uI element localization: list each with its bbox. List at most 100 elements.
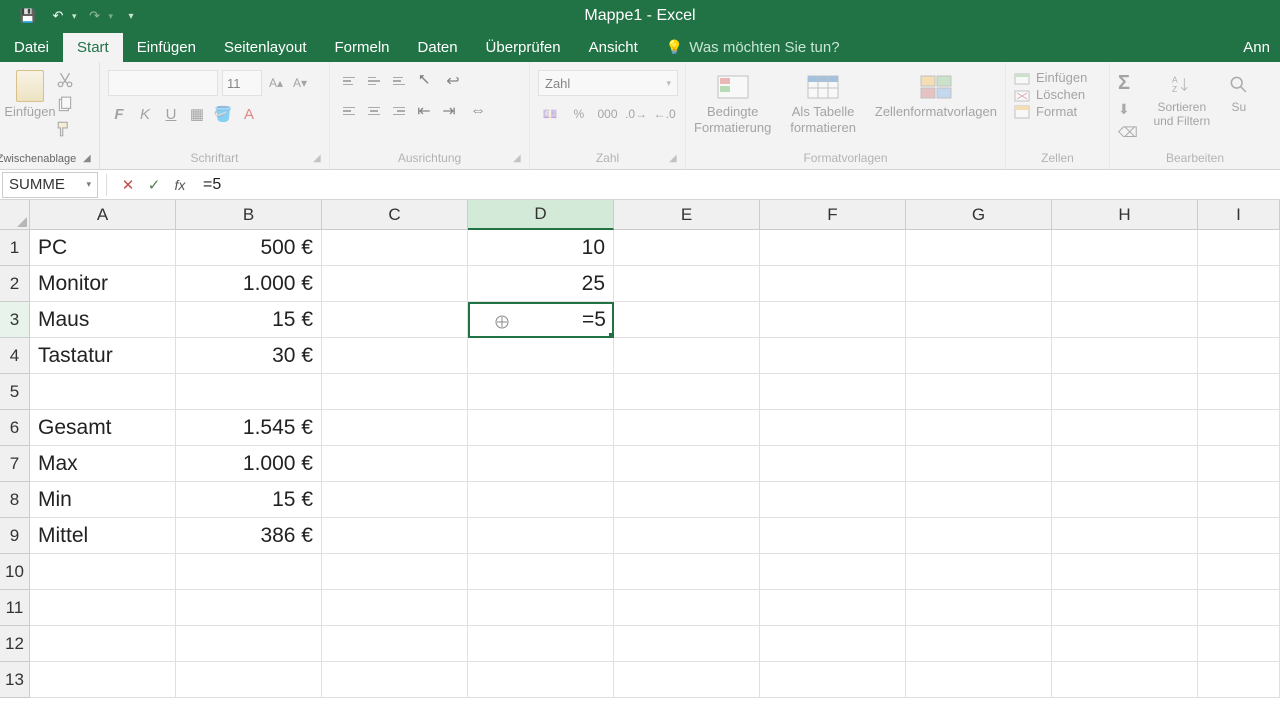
undo-dropdown-icon[interactable]: ▾ xyxy=(72,11,77,22)
cell-B8[interactable]: 15 € xyxy=(176,482,322,518)
col-header-H[interactable]: H xyxy=(1052,200,1198,230)
cell-I9[interactable] xyxy=(1198,518,1280,554)
cell-A13[interactable] xyxy=(30,662,176,698)
cell-C10[interactable] xyxy=(322,554,468,590)
cell-B1[interactable]: 500 € xyxy=(176,230,322,266)
cell-F2[interactable] xyxy=(760,266,906,302)
cell-A10[interactable] xyxy=(30,554,176,590)
col-header-F[interactable]: F xyxy=(760,200,906,230)
tab-daten[interactable]: Daten xyxy=(404,33,472,62)
cell-B13[interactable] xyxy=(176,662,322,698)
cell-G8[interactable] xyxy=(906,482,1052,518)
cell-B12[interactable] xyxy=(176,626,322,662)
comma-format-icon[interactable]: 000 xyxy=(595,102,620,126)
cell-B11[interactable] xyxy=(176,590,322,626)
namebox-dropdown-icon[interactable]: ▾ xyxy=(86,179,91,190)
col-header-C[interactable]: C xyxy=(322,200,468,230)
row-header-1[interactable]: 1 xyxy=(0,230,30,266)
name-box[interactable]: SUMME ▾ xyxy=(2,172,98,198)
cell-G9[interactable] xyxy=(906,518,1052,554)
cell-F1[interactable] xyxy=(760,230,906,266)
cell-I10[interactable] xyxy=(1198,554,1280,590)
cell-H11[interactable] xyxy=(1052,590,1198,626)
fill-icon[interactable]: ⬇ xyxy=(1118,101,1138,118)
increase-decimal-icon[interactable]: .0→ xyxy=(624,102,649,126)
align-right-icon[interactable] xyxy=(388,100,410,122)
cell-C8[interactable] xyxy=(322,482,468,518)
cell-A4[interactable]: Tastatur xyxy=(30,338,176,374)
cell-F13[interactable] xyxy=(760,662,906,698)
sort-filter-button[interactable]: AZ Sortieren und Filtern xyxy=(1146,72,1218,141)
row-header-3[interactable]: 3 xyxy=(0,302,30,338)
autosum-icon[interactable]: Σ xyxy=(1118,72,1138,95)
cell-D1[interactable]: 10 xyxy=(468,230,614,266)
row-header-4[interactable]: 4 xyxy=(0,338,30,374)
font-name-input[interactable] xyxy=(108,70,218,96)
cell-F3[interactable] xyxy=(760,302,906,338)
cell-B6[interactable]: 1.545 € xyxy=(176,410,322,446)
select-all-button[interactable] xyxy=(0,200,30,230)
cell-C6[interactable] xyxy=(322,410,468,446)
cell-E12[interactable] xyxy=(614,626,760,662)
formula-cancel-button[interactable]: ✕ xyxy=(115,172,141,198)
tab-formeln[interactable]: Formeln xyxy=(321,33,404,62)
fill-color-icon[interactable]: 🪣 xyxy=(212,102,234,126)
cell-H5[interactable] xyxy=(1052,374,1198,410)
font-color-icon[interactable]: A xyxy=(238,102,260,126)
cell-C1[interactable] xyxy=(322,230,468,266)
qat-save-icon[interactable]: 💾 xyxy=(16,4,40,28)
alignment-dialog-icon[interactable]: ◢ xyxy=(513,153,525,165)
conditional-formatting-button[interactable]: Bedingte Formatierung xyxy=(694,72,771,135)
cell-B4[interactable]: 30 € xyxy=(176,338,322,374)
cell-I4[interactable] xyxy=(1198,338,1280,374)
cell-A12[interactable] xyxy=(30,626,176,662)
cell-C2[interactable] xyxy=(322,266,468,302)
cell-E10[interactable] xyxy=(614,554,760,590)
cell-G2[interactable] xyxy=(906,266,1052,302)
fx-button[interactable]: fx xyxy=(167,172,193,198)
row-header-5[interactable]: 5 xyxy=(0,374,30,410)
cell-H12[interactable] xyxy=(1052,626,1198,662)
col-header-G[interactable]: G xyxy=(906,200,1052,230)
cell-A2[interactable]: Monitor xyxy=(30,266,176,302)
cell-B5[interactable] xyxy=(176,374,322,410)
formula-confirm-button[interactable]: ✓ xyxy=(141,172,167,198)
cell-G3[interactable] xyxy=(906,302,1052,338)
font-dialog-icon[interactable]: ◢ xyxy=(313,153,325,165)
tab-datei[interactable]: Datei xyxy=(0,33,63,62)
cell-H1[interactable] xyxy=(1052,230,1198,266)
cell-G4[interactable] xyxy=(906,338,1052,374)
cell-D2[interactable]: 25 xyxy=(468,266,614,302)
cell-E1[interactable] xyxy=(614,230,760,266)
copy-icon[interactable] xyxy=(56,96,74,114)
cell-C9[interactable] xyxy=(322,518,468,554)
cell-D4[interactable] xyxy=(468,338,614,374)
cell-C5[interactable] xyxy=(322,374,468,410)
cell-E13[interactable] xyxy=(614,662,760,698)
find-select-button[interactable]: Su xyxy=(1226,72,1252,141)
bold-button[interactable]: F xyxy=(108,102,130,126)
cell-B2[interactable]: 1.000 € xyxy=(176,266,322,302)
decrease-indent-icon[interactable]: ⇤ xyxy=(413,100,435,122)
formula-input[interactable] xyxy=(193,174,1280,196)
cell-I5[interactable] xyxy=(1198,374,1280,410)
cell-C13[interactable] xyxy=(322,662,468,698)
cell-G1[interactable] xyxy=(906,230,1052,266)
col-header-A[interactable]: A xyxy=(30,200,176,230)
cell-D7[interactable] xyxy=(468,446,614,482)
clear-icon[interactable]: ⌫ xyxy=(1118,124,1138,141)
decrease-decimal-icon[interactable]: ←.0 xyxy=(652,102,677,126)
qat-redo-icon[interactable]: ↷ xyxy=(83,4,107,28)
row-header-6[interactable]: 6 xyxy=(0,410,30,446)
wrap-text-icon[interactable]: ↩ xyxy=(438,70,468,92)
cell-G6[interactable] xyxy=(906,410,1052,446)
cell-G5[interactable] xyxy=(906,374,1052,410)
cell-A3[interactable]: Maus xyxy=(30,302,176,338)
cell-B3[interactable]: 15 € xyxy=(176,302,322,338)
cell-H13[interactable] xyxy=(1052,662,1198,698)
cell-D12[interactable] xyxy=(468,626,614,662)
row-header-10[interactable]: 10 xyxy=(0,554,30,590)
col-header-B[interactable]: B xyxy=(176,200,322,230)
col-header-I[interactable]: I xyxy=(1198,200,1280,230)
cell-F7[interactable] xyxy=(760,446,906,482)
